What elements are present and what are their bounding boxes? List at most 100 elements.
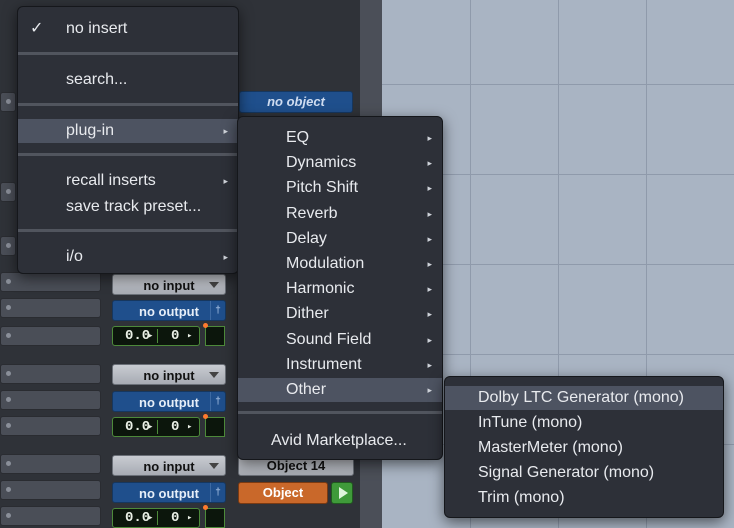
checkmark-icon: ✓ [30, 20, 44, 37]
menu-item-label: Delay [286, 230, 327, 247]
pin-icon: † [210, 392, 225, 411]
volume-value: 0.0 [125, 510, 151, 526]
menu-item-dolby-ltc-generator[interactable]: Dolby LTC Generator (mono) [445, 386, 723, 410]
triangle-right-icon: ▸ [427, 209, 432, 219]
object-selector[interactable]: no object [239, 91, 353, 113]
volume-pan-display[interactable]: 0.0 ▸ 0 ▸ [112, 326, 200, 346]
insert-slot[interactable] [0, 506, 101, 526]
input-label: no input [143, 278, 195, 293]
triangle-right-icon: ▸ [427, 259, 432, 269]
output-selector[interactable]: no output † [112, 391, 226, 412]
menu-item-recall-inserts[interactable]: recall inserts ▸ [18, 169, 238, 193]
menu-item-avid-marketplace[interactable]: Avid Marketplace... [238, 429, 442, 453]
menu-item-instrument[interactable]: Instrument ▸ [238, 353, 442, 377]
output-selector[interactable]: no output † [112, 300, 226, 321]
insert-slot[interactable] [0, 182, 16, 202]
menu-item-label: Signal Generator (mono) [478, 464, 655, 481]
menu-item-label: save track preset... [66, 198, 202, 215]
menu-item-save-track-preset[interactable]: save track preset... [18, 195, 238, 219]
menu-item-label: no insert [66, 20, 128, 37]
meter-button[interactable] [203, 323, 225, 346]
volume-pan-display[interactable]: 0.0 ▸ 0 ▸ [112, 508, 200, 528]
triangle-right-icon: ▸ [223, 126, 228, 136]
triangle-right-icon: ▸ [427, 309, 432, 319]
pin-icon: † [210, 301, 225, 320]
play-icon[interactable] [331, 482, 353, 504]
menu-item-label: Reverb [286, 205, 338, 222]
insert-slot[interactable] [0, 454, 101, 474]
volume-value: 0.0 [125, 328, 151, 344]
menu-item-mastermeter[interactable]: MasterMeter (mono) [445, 436, 723, 460]
object-label: no object [267, 94, 325, 109]
triangle-right-icon: ▸ [427, 284, 432, 294]
object-button[interactable]: Object [238, 482, 328, 504]
menu-item-search[interactable]: search... [18, 68, 238, 92]
menu-item-label: Pitch Shift [286, 179, 359, 196]
menu-item-label: Dolby LTC Generator (mono) [478, 389, 684, 406]
menu-item-sound-field[interactable]: Sound Field ▸ [238, 328, 442, 352]
insert-slot[interactable] [0, 92, 16, 112]
input-selector[interactable]: no input [112, 364, 226, 385]
menu-item-label: Dynamics [286, 154, 357, 171]
pan-value: 0 [171, 419, 180, 435]
triangle-right-icon: ▸ [427, 234, 432, 244]
triangle-right-icon: ▸ [223, 176, 228, 186]
insert-slot[interactable] [0, 272, 101, 292]
output-label: no output [139, 304, 199, 319]
insert-slot[interactable] [0, 364, 101, 384]
meter-button[interactable] [203, 505, 225, 528]
menu-item-label: Trim (mono) [478, 489, 565, 506]
menu-item-io[interactable]: i/o ▸ [18, 245, 238, 269]
menu-item-label: InTune (mono) [478, 414, 583, 431]
object-name: Object 14 [266, 458, 326, 473]
menu-item-other[interactable]: Other ▸ [238, 378, 442, 402]
triangle-down-icon [209, 463, 219, 469]
menu-item-label: MasterMeter (mono) [478, 439, 623, 456]
volume-value: 0.0 [125, 419, 151, 435]
insert-slot[interactable] [0, 236, 16, 256]
plugin-menu: EQ ▸ Dynamics ▸ Pitch Shift ▸ Reverb ▸ Delay… [237, 116, 443, 460]
menu-item-modulation[interactable]: Modulation ▸ [238, 252, 442, 276]
object-button-label: Object [262, 485, 304, 500]
input-selector[interactable]: no input [112, 455, 226, 476]
meter-button[interactable] [203, 414, 225, 437]
menu-item-eq[interactable]: EQ ▸ [238, 126, 442, 150]
other-plugins-menu: Dolby LTC Generator (mono) InTune (mono)… [444, 376, 724, 518]
pin-icon: † [210, 483, 225, 502]
triangle-right-icon: ▸ [427, 183, 432, 193]
output-label: no output [139, 486, 199, 501]
input-label: no input [143, 459, 195, 474]
menu-item-trim[interactable]: Trim (mono) [445, 486, 723, 510]
triangle-right-icon: ▸ [427, 360, 432, 370]
insert-menu: ✓ no insert search... plug-in ▸ recall ins… [17, 6, 239, 274]
menu-item-intune[interactable]: InTune (mono) [445, 411, 723, 435]
input-selector[interactable]: no input [112, 274, 226, 295]
insert-slot[interactable] [0, 390, 101, 410]
menu-item-plug-in[interactable]: plug-in ▸ [18, 119, 238, 143]
menu-item-label: search... [66, 71, 128, 88]
pan-value: 0 [171, 510, 180, 526]
triangle-right-icon: ▸ [427, 335, 432, 345]
menu-item-reverb[interactable]: Reverb ▸ [238, 202, 442, 226]
menu-item-label: i/o [66, 248, 83, 265]
insert-slot[interactable] [0, 326, 101, 346]
triangle-right-icon: ▸ [427, 133, 432, 143]
output-label: no output [139, 395, 199, 410]
menu-item-dither[interactable]: Dither ▸ [238, 302, 442, 326]
menu-item-signal-generator[interactable]: Signal Generator (mono) [445, 461, 723, 485]
menu-item-pitch-shift[interactable]: Pitch Shift ▸ [238, 176, 442, 200]
menu-item-label: Sound Field [286, 331, 372, 348]
volume-pan-display[interactable]: 0.0 ▸ 0 ▸ [112, 417, 200, 437]
triangle-right-icon: ▸ [427, 385, 432, 395]
menu-item-no-insert[interactable]: ✓ no insert [18, 17, 238, 41]
menu-item-harmonic[interactable]: Harmonic ▸ [238, 277, 442, 301]
insert-slot[interactable] [0, 480, 101, 500]
menu-item-dynamics[interactable]: Dynamics ▸ [238, 151, 442, 175]
output-selector[interactable]: no output † [112, 482, 226, 503]
insert-slot[interactable] [0, 298, 101, 318]
menu-item-delay[interactable]: Delay ▸ [238, 227, 442, 251]
menu-item-label: Instrument [286, 356, 362, 373]
triangle-down-icon [209, 282, 219, 288]
menu-item-label: Modulation [286, 255, 365, 272]
insert-slot[interactable] [0, 416, 101, 436]
